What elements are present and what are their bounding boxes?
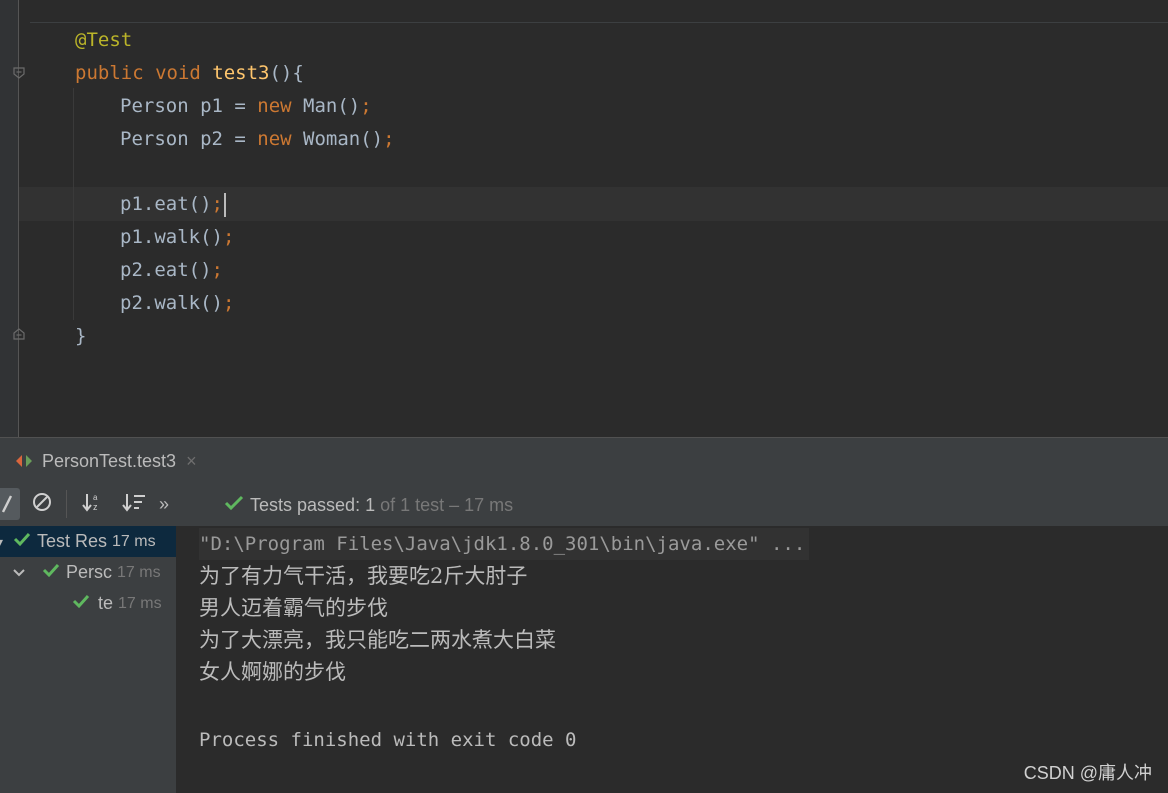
test-status: Tests passed: 1 of 1 test – 17 ms [184, 492, 513, 518]
code-line[interactable]: public void test3(){ [75, 57, 304, 89]
toolbar-separator [66, 490, 67, 518]
tree-item-test3[interactable]: te 17 ms [0, 588, 176, 619]
tree-item-time: 17 ms [112, 532, 156, 550]
code-line[interactable]: p2.eat(); [120, 254, 223, 286]
ignored-icon [32, 492, 52, 516]
code-token: p2.eat() [120, 259, 212, 281]
test-toolbar: a z » Tests passed: 1 of 1 test – 17 ms [0, 482, 1168, 571]
status-passed-count: 1 [365, 494, 376, 515]
svg-text:a: a [93, 493, 98, 502]
code-token: p2.walk() [120, 292, 223, 314]
status-summary: of 1 test – 17 ms [375, 494, 514, 515]
watermark: CSDN @庸人冲 [1023, 763, 1152, 783]
passed-check-icon [72, 593, 90, 614]
tree-item-label: te [98, 593, 114, 613]
code-token: test3 [212, 62, 270, 84]
code-token: public void [75, 62, 213, 84]
code-line[interactable]: Person p2 = new Woman(); [120, 123, 395, 155]
console-output-line: 男人迈着霸气的步伐 [199, 596, 388, 620]
tree-item-person-test[interactable]: Persc 17 ms [0, 557, 176, 588]
console-output[interactable]: "D:\Program Files\Java\jdk1.8.0_301\bin\… [177, 526, 1168, 793]
chevron-down-icon[interactable] [12, 562, 32, 583]
expand-chevron-icon[interactable]: ▾ [0, 535, 3, 549]
code-token: Woman() [303, 128, 384, 150]
code-token: ; [222, 292, 235, 314]
status-passed-label: Tests passed: [250, 494, 366, 515]
sort-alpha-icon: a z [81, 491, 105, 517]
code-token: Person p2 = [120, 128, 258, 150]
show-ignored-button[interactable] [28, 488, 56, 520]
code-token: @Test [75, 29, 133, 51]
console-output-line: 为了有力气干活，我要吃2斤大肘子 [199, 564, 528, 588]
more-actions-button[interactable]: » [154, 488, 174, 520]
svg-text:z: z [93, 502, 98, 512]
text-caret [223, 192, 226, 217]
test-results-tree[interactable]: ▾ Test Res 17 ms Persc 17 ms te 17 ms [0, 526, 176, 793]
code-line[interactable]: Person p1 = new Man(); [120, 90, 372, 122]
code-token: ; [360, 95, 372, 117]
passed-check-icon [13, 531, 31, 552]
fold-close-icon[interactable] [12, 327, 26, 341]
tab-label: PersonTest.test3 [42, 450, 177, 471]
indent-guide [73, 88, 74, 320]
console-output-line: 为了大漂亮，我只能吃二两水煮大白菜 [199, 628, 556, 652]
editor-top-border [30, 22, 1168, 23]
code-token: ; [222, 226, 235, 248]
code-line[interactable]: p1.walk(); [120, 221, 234, 253]
code-line[interactable]: p2.walk(); [120, 287, 234, 319]
show-passed-button[interactable] [0, 488, 20, 520]
tab-person-test[interactable]: PersonTest.test3 × [14, 446, 197, 476]
tree-item-label: Test Res [37, 531, 108, 551]
code-token: (){ [269, 62, 304, 84]
tree-item-time: 17 ms [117, 563, 161, 581]
console-exit-message: Process finished with exit code 0 [199, 729, 577, 751]
code-token: } [75, 325, 87, 347]
console-output-line: 女人婀娜的步伐 [199, 660, 346, 684]
tree-item-label: Persc [66, 562, 113, 582]
code-token: ; [211, 259, 223, 281]
tree-item-test-results[interactable]: ▾ Test Res 17 ms [0, 526, 176, 557]
tree-item-time: 17 ms [118, 594, 162, 612]
code-line[interactable]: @Test [75, 24, 132, 56]
close-tab-icon[interactable]: × [186, 451, 197, 472]
code-token: ; [211, 193, 223, 215]
sort-duration-icon [121, 491, 147, 517]
code-token: ; [383, 128, 395, 150]
sort-alphabetically-button[interactable]: a z [78, 488, 108, 520]
code-token: new [257, 95, 304, 117]
code-editor[interactable]: @Test public void test3(){Person p1 = new… [0, 0, 1168, 437]
passed-check-icon [42, 562, 60, 583]
sort-by-duration-button[interactable] [118, 488, 150, 520]
code-token: p1.eat() [120, 193, 212, 215]
run-panel: PersonTest.test3 × a z » Tests passed: 1… [0, 437, 1168, 793]
code-token: Person p1 = [120, 95, 258, 117]
code-token: Man() [303, 95, 361, 117]
code-token: p1.walk() [120, 226, 223, 248]
code-line[interactable]: p1.eat(); [120, 188, 226, 220]
run-config-icon [14, 453, 36, 469]
console-command-line[interactable]: "D:\Program Files\Java\jdk1.8.0_301\bin\… [199, 528, 810, 560]
code-token: new [257, 128, 304, 150]
run-tab-bar: PersonTest.test3 × [0, 438, 1168, 482]
code-line[interactable]: } [75, 320, 86, 352]
fold-open-icon[interactable] [12, 66, 26, 80]
